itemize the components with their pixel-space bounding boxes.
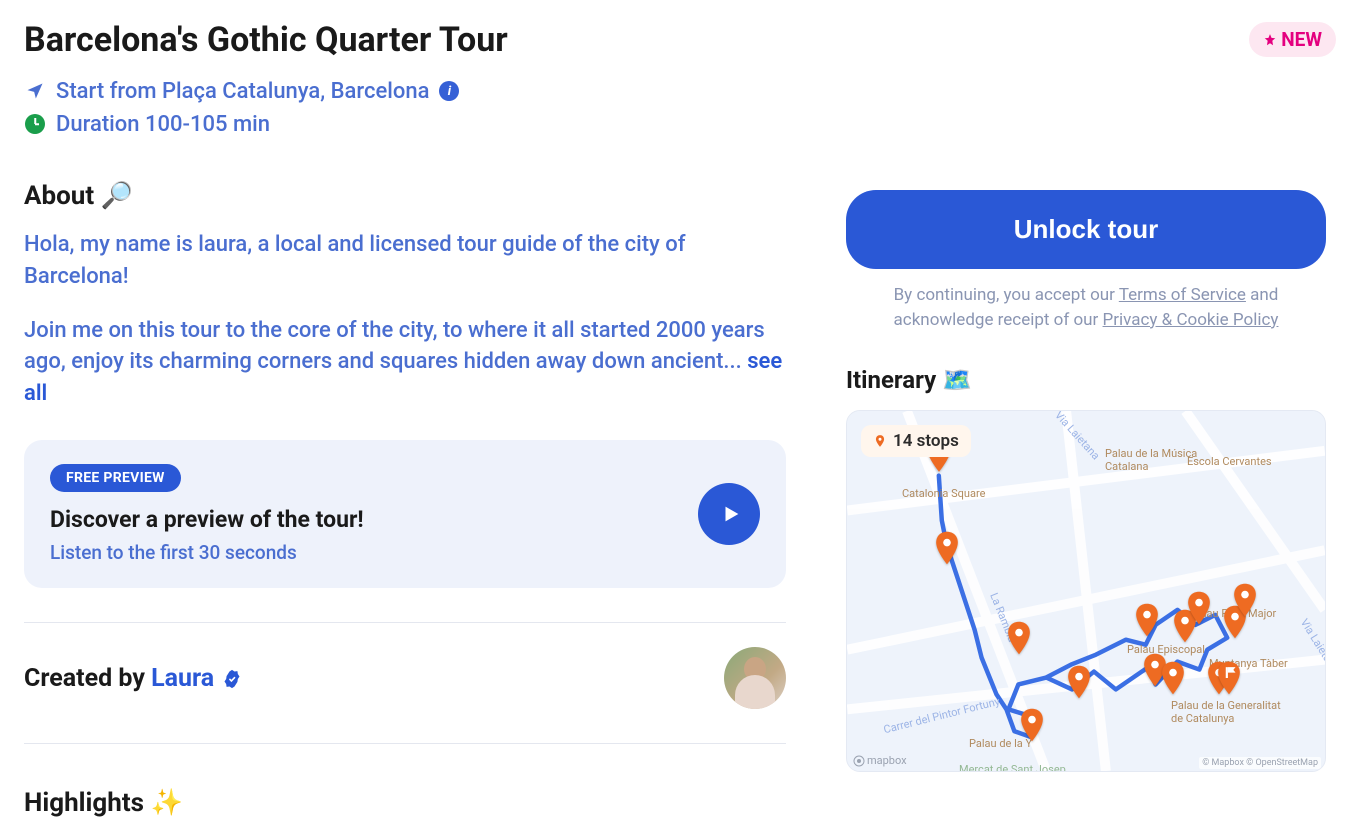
terms-of-service-link[interactable]: Terms of Service xyxy=(1119,285,1246,305)
new-badge-text: NEW xyxy=(1281,28,1322,51)
map-poi-label: Mercat de Sant Josep xyxy=(959,763,1066,772)
terms-text: By continuing, you accept our Terms of S… xyxy=(846,283,1326,332)
map-attribution-logo: mapbox xyxy=(853,754,907,767)
free-preview-pill: FREE PREVIEW xyxy=(50,464,181,492)
verified-icon xyxy=(222,669,242,689)
created-by-row: Created by Laura xyxy=(24,647,786,709)
map-dest-pin[interactable] xyxy=(1216,661,1242,699)
location-arrow-icon xyxy=(24,80,46,102)
highlights-heading: Highlights ✨ xyxy=(24,788,786,818)
creator-link[interactable]: Laura xyxy=(151,664,214,693)
new-badge: NEW xyxy=(1249,22,1336,57)
preview-title: Discover a preview of the tour! xyxy=(50,506,678,533)
divider xyxy=(24,622,786,623)
free-preview-card: FREE PREVIEW Discover a preview of the t… xyxy=(24,440,786,588)
map-pin[interactable] xyxy=(1160,661,1186,699)
map-pin[interactable] xyxy=(1232,583,1258,621)
clock-icon xyxy=(24,113,46,135)
privacy-policy-link[interactable]: Privacy & Cookie Policy xyxy=(1103,310,1279,330)
duration-row: Duration 100-105 min xyxy=(24,112,786,137)
stops-count-text: 14 stops xyxy=(893,431,959,451)
created-by-label: Created by Laura xyxy=(24,664,242,693)
divider xyxy=(24,743,786,744)
unlock-tour-button[interactable]: Unlock tour xyxy=(846,190,1326,269)
star-icon xyxy=(1263,33,1277,47)
play-icon xyxy=(720,503,742,525)
about-paragraph-2: Join me on this tour to the core of the … xyxy=(24,315,786,411)
itinerary-map[interactable]: 14 stops xyxy=(846,410,1326,772)
stops-count-badge: 14 stops xyxy=(861,425,971,457)
start-location-text: Start from Plaça Catalunya, Barcelona xyxy=(56,79,429,104)
preview-subtitle: Listen to the first 30 seconds xyxy=(50,541,678,564)
map-pin[interactable] xyxy=(934,531,960,569)
about-paragraph-1: Hola, my name is laura, a local and lice… xyxy=(24,229,786,293)
map-pin[interactable] xyxy=(1006,621,1032,659)
info-icon[interactable]: i xyxy=(439,81,459,101)
map-pin[interactable] xyxy=(1066,665,1092,703)
start-location-row: Start from Plaça Catalunya, Barcelona i xyxy=(24,79,786,104)
map-poi-label: Escola Cervantes xyxy=(1187,455,1272,468)
itinerary-heading: Itinerary 🗺️ xyxy=(846,366,1326,394)
map-poi-label: Catalonia Square xyxy=(902,487,985,500)
pin-icon xyxy=(873,434,887,448)
map-pin[interactable] xyxy=(1134,603,1160,641)
about-heading: About 🔎 xyxy=(24,181,786,211)
play-button[interactable] xyxy=(698,483,760,545)
map-attribution-text: © Mapbox © OpenStreetMap xyxy=(1199,757,1321,769)
page-title: Barcelona's Gothic Quarter Tour xyxy=(24,20,508,61)
map-poi-label: Palau de la Generalitat de Catalunya xyxy=(1171,699,1291,725)
about-body: Hola, my name is laura, a local and lice… xyxy=(24,229,786,410)
map-pin[interactable] xyxy=(1019,708,1045,746)
duration-text: Duration 100-105 min xyxy=(56,112,270,137)
map-pin[interactable] xyxy=(1186,591,1212,629)
creator-avatar[interactable] xyxy=(724,647,786,709)
